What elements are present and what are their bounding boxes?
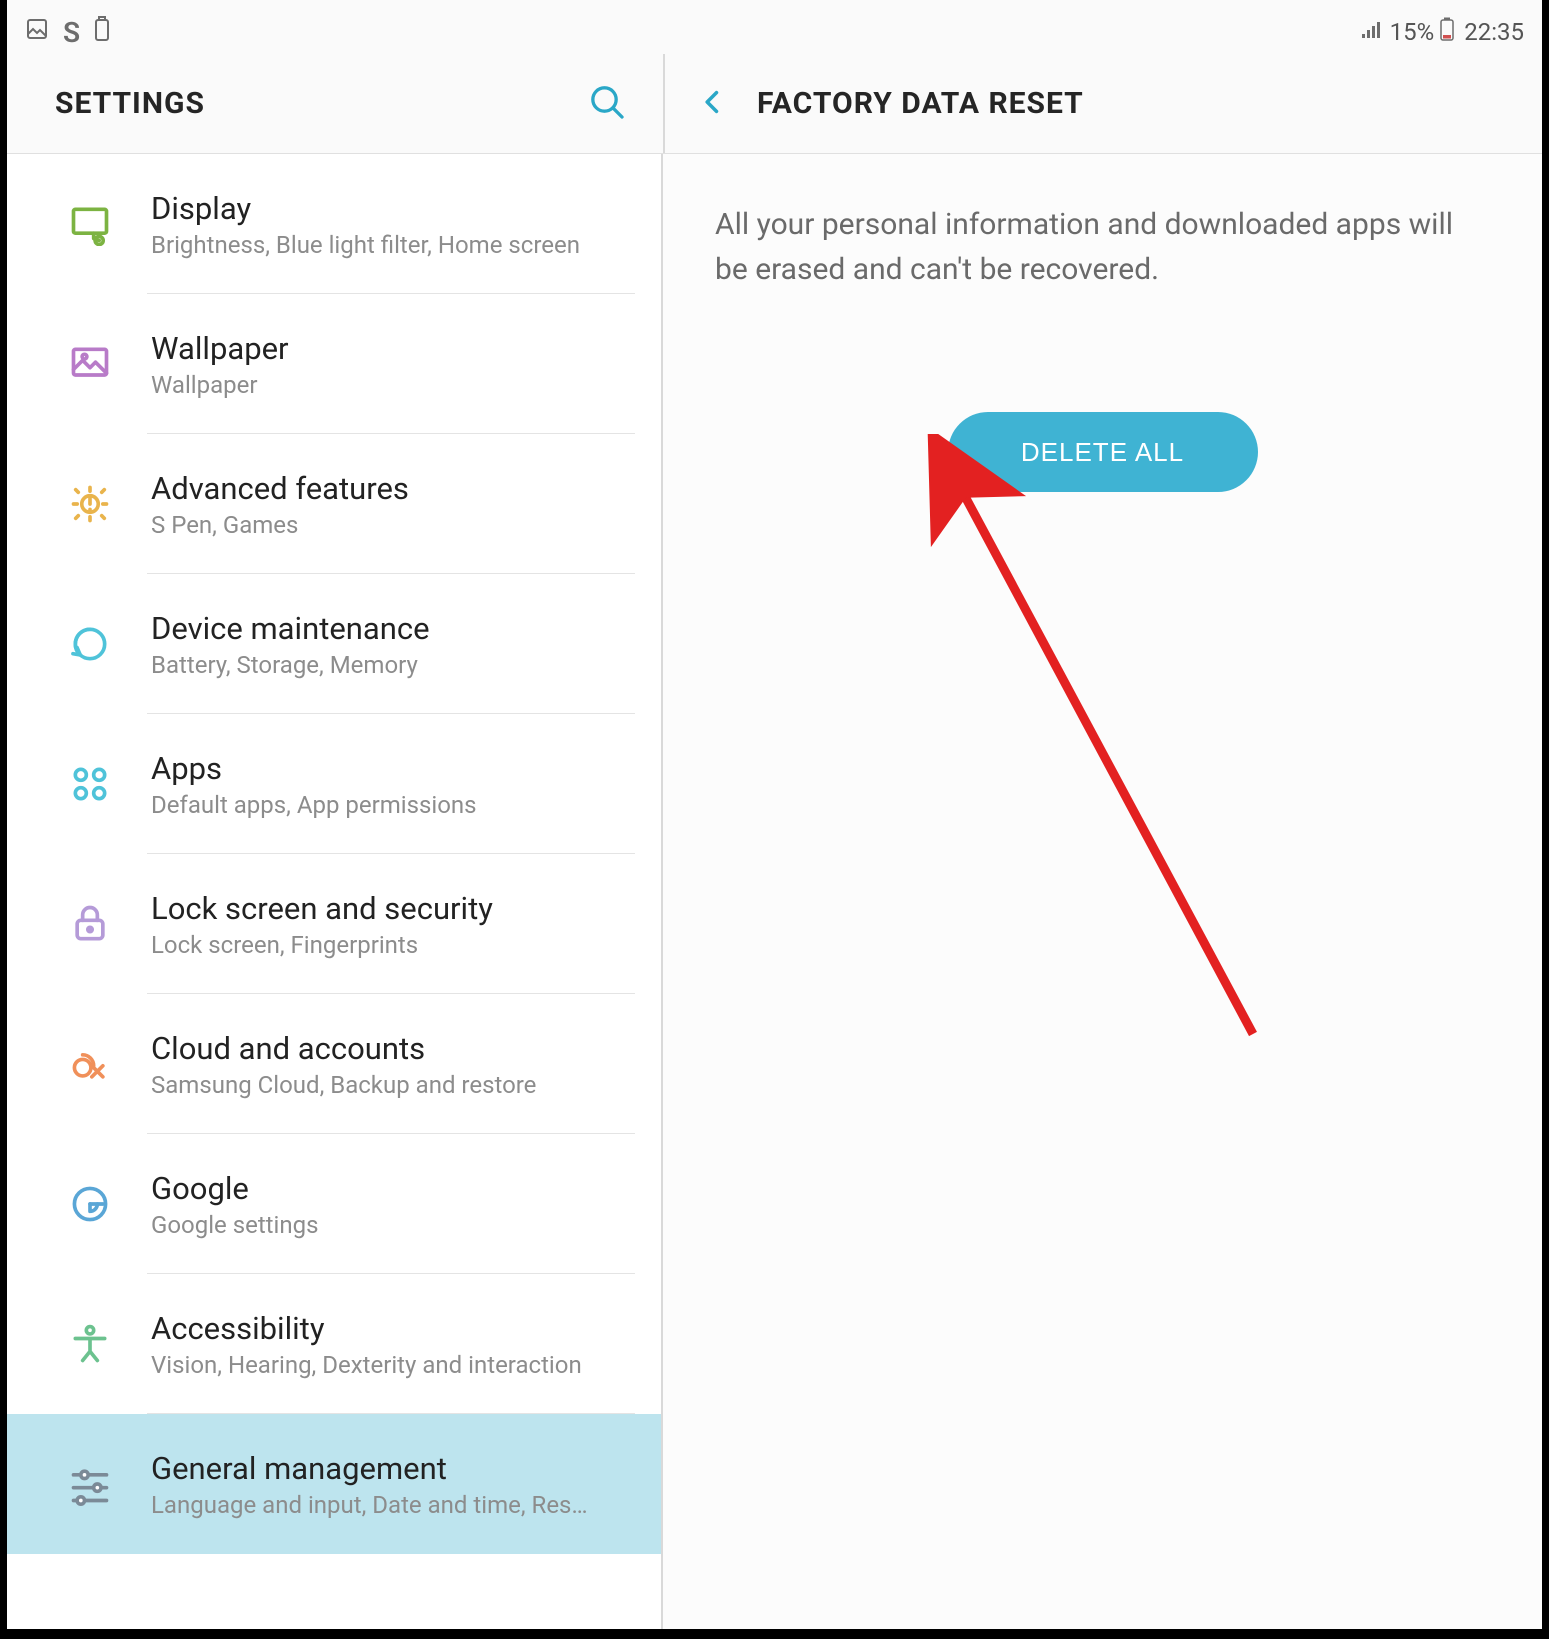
sidebar-item-display[interactable]: Display Brightness, Blue light filter, Ho… bbox=[7, 154, 661, 294]
detail-content: All your personal information and downlo… bbox=[663, 154, 1542, 1629]
cloud-icon bbox=[53, 1042, 127, 1086]
sidebar-item-title: Display bbox=[151, 190, 580, 227]
google-icon bbox=[53, 1182, 127, 1226]
sidebar-item-subtitle: Default apps, App permissions bbox=[151, 791, 477, 819]
apps-icon bbox=[53, 762, 127, 806]
sidebar-item-device-maintenance[interactable]: Device maintenance Battery, Storage, Memo… bbox=[7, 574, 661, 714]
signal-icon bbox=[1360, 17, 1384, 47]
body: Display Brightness, Blue light filter, Ho… bbox=[7, 154, 1542, 1629]
battery-percent: 15% bbox=[1390, 18, 1435, 46]
lock-icon bbox=[53, 902, 127, 946]
detail-header: FACTORY DATA RESET bbox=[665, 54, 1542, 153]
battery-status-icon bbox=[94, 16, 110, 49]
clock: 22:35 bbox=[1464, 18, 1524, 46]
settings-sidebar: Display Brightness, Blue light filter, Ho… bbox=[7, 154, 663, 1629]
accessibility-icon bbox=[53, 1322, 127, 1366]
sidebar-item-wallpaper[interactable]: Wallpaper Wallpaper bbox=[7, 294, 661, 434]
status-left-icons: S bbox=[25, 16, 110, 49]
settings-header: SETTINGS bbox=[7, 54, 663, 153]
settings-list: Display Brightness, Blue light filter, Ho… bbox=[7, 154, 661, 1554]
delete-all-button[interactable]: DELETE ALL bbox=[948, 412, 1258, 492]
back-button[interactable] bbox=[699, 82, 727, 126]
s-pen-icon: S bbox=[63, 16, 80, 49]
sidebar-item-lock-screen[interactable]: Lock screen and security Lock screen, Fin… bbox=[7, 854, 661, 994]
sidebar-item-subtitle: Battery, Storage, Memory bbox=[151, 651, 430, 679]
sidebar-item-cloud-accounts[interactable]: Cloud and accounts Samsung Cloud, Backup … bbox=[7, 994, 661, 1134]
sidebar-item-subtitle: Wallpaper bbox=[151, 371, 289, 399]
battery-low-icon bbox=[1440, 17, 1454, 48]
headers-row: SETTINGS FACTORY DATA RESET bbox=[7, 54, 1542, 154]
warning-text: All your personal information and downlo… bbox=[715, 202, 1490, 292]
sidebar-item-subtitle: Lock screen, Fingerprints bbox=[151, 931, 493, 959]
sidebar-item-title: Cloud and accounts bbox=[151, 1030, 536, 1067]
sidebar-item-google[interactable]: Google Google settings bbox=[7, 1134, 661, 1274]
wallpaper-icon bbox=[53, 342, 127, 386]
picture-icon bbox=[25, 17, 49, 48]
sidebar-item-general-management[interactable]: General management Language and input, Da… bbox=[7, 1414, 661, 1554]
sidebar-item-subtitle: S Pen, Games bbox=[151, 511, 409, 539]
search-button[interactable] bbox=[587, 82, 627, 126]
sidebar-item-title: Lock screen and security bbox=[151, 890, 493, 927]
sidebar-item-advanced-features[interactable]: Advanced features S Pen, Games bbox=[7, 434, 661, 574]
detail-title: FACTORY DATA RESET bbox=[757, 86, 1084, 121]
status-right: 15% 22:35 bbox=[1360, 17, 1524, 48]
maintenance-icon bbox=[53, 622, 127, 666]
sidebar-item-subtitle: Brightness, Blue light filter, Home scre… bbox=[151, 231, 580, 259]
status-bar: S 15% 22:35 bbox=[7, 10, 1542, 54]
annotation-arrow bbox=[903, 434, 1283, 1054]
sidebar-item-apps[interactable]: Apps Default apps, App permissions bbox=[7, 714, 661, 854]
sidebar-item-title: Advanced features bbox=[151, 470, 409, 507]
sidebar-item-title: Wallpaper bbox=[151, 330, 289, 367]
sidebar-item-title: Device maintenance bbox=[151, 610, 430, 647]
sidebar-item-accessibility[interactable]: Accessibility Vision, Hearing, Dexterity … bbox=[7, 1274, 661, 1414]
sidebar-item-title: Google bbox=[151, 1170, 318, 1207]
advanced-icon bbox=[53, 482, 127, 526]
settings-title: SETTINGS bbox=[55, 86, 205, 121]
sidebar-item-subtitle: Samsung Cloud, Backup and restore bbox=[151, 1071, 536, 1099]
sidebar-item-title: Accessibility bbox=[151, 1310, 582, 1347]
display-icon bbox=[53, 202, 127, 246]
sidebar-item-subtitle: Vision, Hearing, Dexterity and interacti… bbox=[151, 1351, 582, 1379]
sidebar-item-subtitle: Language and input, Date and time, Res… bbox=[151, 1491, 588, 1519]
sidebar-item-title: General management bbox=[151, 1450, 588, 1487]
sidebar-item-subtitle: Google settings bbox=[151, 1211, 318, 1239]
sidebar-item-title: Apps bbox=[151, 750, 477, 787]
sliders-icon bbox=[53, 1462, 127, 1506]
